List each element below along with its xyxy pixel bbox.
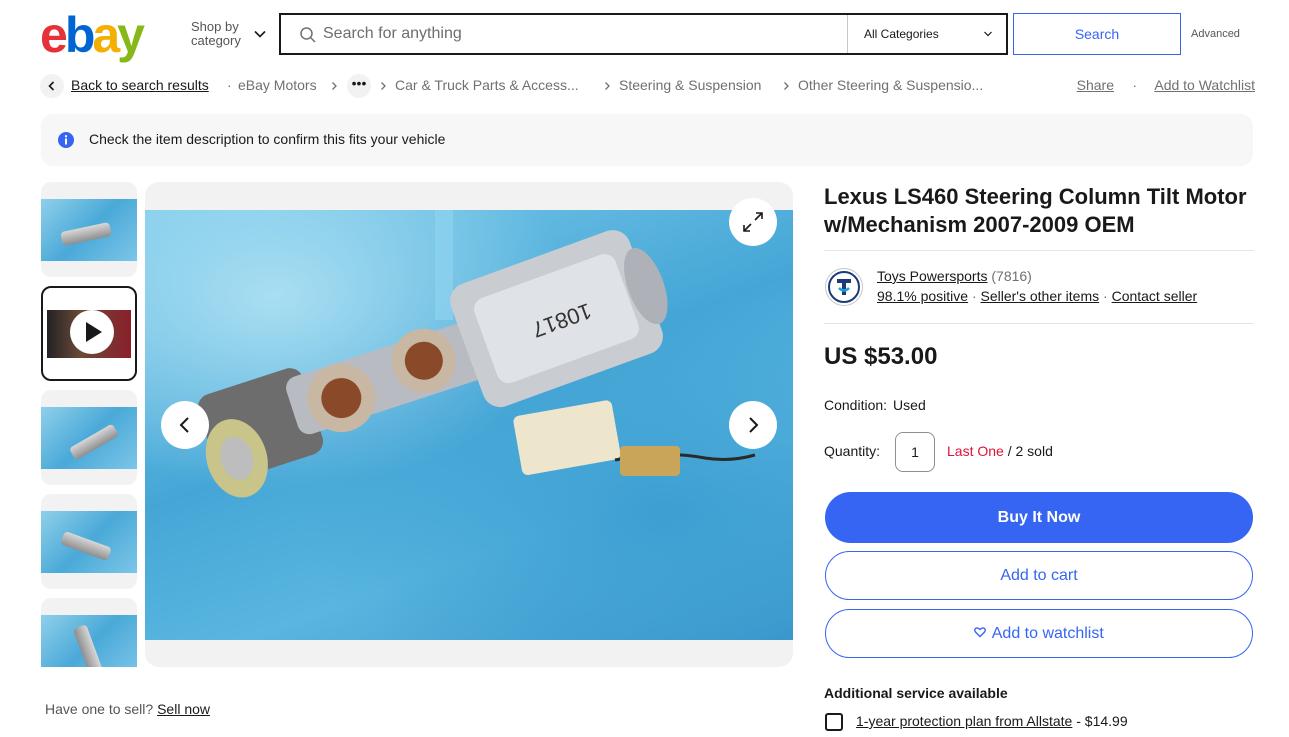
- shop-by-category-button[interactable]: Shop by category: [191, 20, 241, 48]
- part-shape: [60, 221, 112, 247]
- buy-it-now-button[interactable]: Buy It Now: [825, 492, 1253, 543]
- breadcrumb-item-car-truck-parts[interactable]: Car & Truck Parts & Access...: [395, 77, 579, 93]
- quantity-input[interactable]: [895, 432, 935, 472]
- search-icon: [300, 27, 316, 43]
- sell-now-link[interactable]: Sell now: [157, 701, 210, 717]
- logo-letter-y: y: [117, 7, 145, 63]
- breadcrumb-item-ebay-motors[interactable]: eBay Motors: [238, 77, 317, 93]
- chevron-right-icon: [381, 82, 386, 90]
- condition-label: Condition:: [824, 397, 888, 413]
- fullscreen-button[interactable]: [729, 198, 777, 246]
- category-select[interactable]: All Categories: [847, 15, 1007, 53]
- search-input[interactable]: [323, 15, 843, 53]
- chevron-down-icon[interactable]: [253, 27, 267, 41]
- thumbnail-3[interactable]: [41, 390, 137, 485]
- chevron-left-icon: [48, 81, 55, 91]
- divider: [824, 250, 1254, 251]
- last-one-label: Last One: [947, 443, 1004, 459]
- chevron-right-icon: [749, 417, 759, 433]
- breadcrumb-separator-dot: ·: [227, 77, 232, 93]
- product-illustration: 10817: [197, 210, 756, 498]
- ebay-logo[interactable]: ebay: [40, 7, 145, 63]
- main-product-image[interactable]: 10817: [145, 210, 793, 640]
- thumbnail-image: [41, 199, 137, 261]
- seller-logo-icon: [828, 271, 860, 303]
- sell-prompt-text: Have one to sell?: [45, 701, 154, 717]
- logo-letter-a: a: [92, 7, 120, 63]
- chevron-right-icon: [605, 82, 610, 90]
- add-to-watchlist-button[interactable]: Add to watchlist: [825, 609, 1253, 658]
- part-shape: [60, 530, 112, 562]
- back-button[interactable]: [40, 74, 64, 98]
- breadcrumb-item-steering-suspension[interactable]: Steering & Suspension: [619, 77, 761, 93]
- thumbnail-1[interactable]: [41, 182, 137, 277]
- separator-dot: ·: [971, 288, 977, 304]
- item-title: Lexus LS460 Steering Column Tilt Motor w…: [824, 184, 1247, 237]
- sell-prompt: Have one to sell? Sell now: [45, 701, 210, 717]
- quantity-status: Last One / 2 sold: [947, 443, 1053, 459]
- search-button[interactable]: Search: [1013, 13, 1181, 55]
- seller-info: Toys Powersports (7816): [877, 268, 1032, 284]
- thumbnail-image: [41, 511, 137, 573]
- protection-plan-link[interactable]: 1-year protection plan from Allstate: [856, 713, 1072, 729]
- part-shape: [68, 423, 120, 461]
- heart-icon: [974, 627, 987, 638]
- seller-positive-link[interactable]: 98.1% positive: [877, 288, 968, 304]
- logo-letter-e: e: [40, 7, 68, 63]
- main-image-gallery: 10817: [145, 182, 793, 667]
- thumbnail-image: [41, 407, 137, 469]
- thumbnail-4[interactable]: [41, 494, 137, 589]
- breadcrumb-more-button[interactable]: •••: [347, 74, 371, 98]
- separator-dot: ·: [1103, 288, 1108, 304]
- search-bar: All Categories: [279, 13, 1008, 55]
- next-image-button[interactable]: [729, 401, 777, 449]
- logo-letter-b: b: [64, 7, 95, 63]
- info-icon: [58, 132, 74, 148]
- quantity-label: Quantity:: [824, 443, 881, 459]
- protection-plan: 1-year protection plan from Allstate - $…: [856, 713, 1128, 729]
- thumbnail-5[interactable]: [41, 598, 137, 667]
- chevron-left-icon: [179, 417, 189, 433]
- add-to-watchlist-label: Add to watchlist: [991, 625, 1104, 642]
- part-shape: [72, 624, 104, 667]
- back-to-results-link[interactable]: Back to search results: [71, 77, 209, 93]
- seller-other-items-link[interactable]: Seller's other items: [981, 288, 1100, 304]
- advanced-search-link[interactable]: Advanced: [1191, 28, 1240, 40]
- play-icon: [70, 310, 114, 354]
- protection-plan-price: - $14.99: [1072, 713, 1128, 729]
- previous-image-button[interactable]: [161, 401, 209, 449]
- notice-text: Check the item description to confirm th…: [89, 131, 446, 147]
- seller-links: 98.1% positive · Seller's other items · …: [877, 288, 1197, 304]
- divider: [824, 323, 1254, 324]
- fitment-notice: Check the item description to confirm th…: [41, 114, 1253, 166]
- site-header: ebay Shop by category All Categories Sea…: [0, 0, 1289, 68]
- protection-plan-checkbox[interactable]: [825, 713, 843, 731]
- chevron-right-icon: [332, 82, 337, 90]
- add-to-cart-button[interactable]: Add to cart: [825, 551, 1253, 600]
- breadcrumb-item-other-steering[interactable]: Other Steering & Suspensio...: [798, 77, 983, 93]
- category-select-value: All Categories: [864, 27, 939, 41]
- seller-name-link[interactable]: Toys Powersports: [877, 268, 987, 284]
- add-to-watchlist-link[interactable]: Add to Watchlist: [1154, 77, 1255, 93]
- additional-service-heading: Additional service available: [824, 685, 1008, 701]
- category-label: category: [191, 33, 241, 48]
- chevron-down-icon: [984, 31, 992, 37]
- condition-value: Used: [893, 397, 926, 413]
- chevron-right-icon: [784, 82, 789, 90]
- item-price: US $53.00: [824, 343, 938, 370]
- seller-feedback-count: (7816): [991, 268, 1032, 284]
- condition: Condition: Used: [824, 397, 926, 413]
- thumbnail-list: [41, 182, 137, 667]
- contact-seller-link[interactable]: Contact seller: [1112, 288, 1198, 304]
- thumbnail-image: [41, 615, 137, 667]
- expand-icon: [743, 212, 763, 232]
- seller-avatar[interactable]: [825, 268, 863, 306]
- breadcrumb: Back to search results · eBay Motors •••…: [40, 74, 1255, 98]
- thumbnail-video[interactable]: [41, 286, 137, 381]
- sold-count: / 2 sold: [1003, 443, 1053, 459]
- share-link[interactable]: Share: [1077, 77, 1114, 93]
- play-triangle: [86, 322, 102, 342]
- shop-by-label: Shop by: [191, 19, 239, 34]
- breadcrumb-separator-dot: ·: [1132, 77, 1137, 93]
